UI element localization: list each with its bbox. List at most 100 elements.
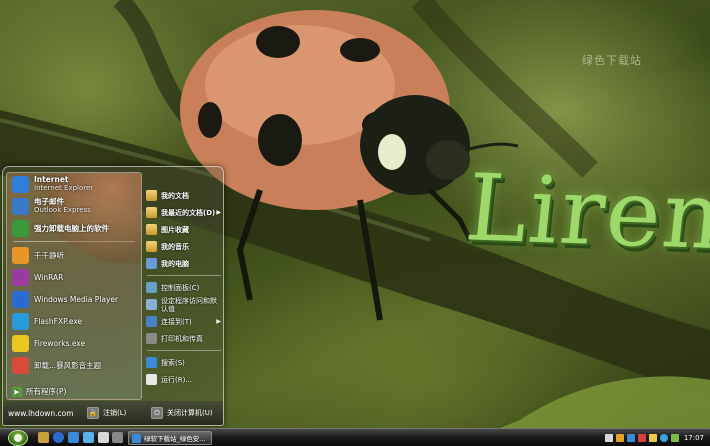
start-menu: Internet Internet Explorer 电子邮件 Outlook Exp… <box>2 166 224 426</box>
start-menu-item-label: 电子邮件 <box>34 197 64 206</box>
taskbar-window-label: 绿软下载站_绿色安... <box>144 435 206 443</box>
quicklaunch-show-desktop-icon[interactable] <box>38 432 49 443</box>
tray-network-icon[interactable] <box>626 434 635 442</box>
logoff-label: 注销(L) <box>103 409 127 417</box>
run-icon <box>146 374 157 385</box>
quicklaunch-ie-icon[interactable] <box>53 432 64 443</box>
start-menu-right-item[interactable]: 我的文档 <box>145 187 223 204</box>
program-defaults-icon <box>146 299 157 310</box>
tray-keyboard-icon[interactable] <box>604 434 613 442</box>
internet-explorer-icon <box>12 175 29 193</box>
taskbar-clock[interactable]: 17:07 <box>684 434 704 442</box>
start-menu-item[interactable]: WinRAR <box>7 266 141 288</box>
windows-orb-icon <box>14 434 22 442</box>
browser-window-icon <box>132 433 141 443</box>
start-menu-item-text: 电子邮件 Outlook Express <box>34 197 91 215</box>
start-menu-item-text: Internet Internet Explorer <box>34 175 93 193</box>
start-menu-right-item[interactable]: 连接到(T) ▶ <box>145 313 223 330</box>
tray-volume-icon[interactable] <box>648 434 657 442</box>
tray-qq-icon[interactable] <box>659 434 668 442</box>
winrar-icon <box>12 268 29 286</box>
arrow-right-icon: ▶ <box>12 386 22 397</box>
start-menu-item[interactable]: Windows Media Player <box>7 288 141 310</box>
recent-programs-list: 千千静听 WinRAR Windows Media Player FlashFXP.e… <box>7 244 141 376</box>
my-music-icon <box>146 241 157 252</box>
lock-icon: 🔒 <box>87 407 99 419</box>
printer-icon <box>146 333 157 344</box>
start-menu-item[interactable]: 电子邮件 Outlook Express <box>7 195 141 217</box>
start-menu-right-item[interactable]: 我最近的文档(D) ▶ <box>145 204 223 221</box>
start-menu-item-label: WinRAR <box>34 272 64 282</box>
start-menu-item[interactable]: 千千静听 <box>7 244 141 266</box>
tray-antivirus-icon[interactable] <box>637 434 646 442</box>
system-tray: 17:07 <box>594 431 708 445</box>
start-menu-item-label: Internet <box>34 175 69 184</box>
start-menu-right-label: 设定程序访问和默认值 <box>161 296 217 313</box>
start-menu-item-sublabel: Outlook Express <box>34 206 91 214</box>
uninstall-theme-icon <box>12 356 29 374</box>
start-menu-right-label: 我的文档 <box>161 191 189 200</box>
menu-separator <box>147 350 221 351</box>
start-menu-right-label: 搜索(S) <box>161 358 185 367</box>
start-menu-right-label: 打印机和传真 <box>161 334 203 343</box>
start-menu-item[interactable]: Internet Internet Explorer <box>7 173 141 195</box>
quicklaunch-explorer-icon[interactable] <box>83 432 94 443</box>
start-menu-right-item[interactable]: 我的电脑 <box>145 255 223 272</box>
my-pictures-icon <box>146 224 157 235</box>
start-menu-item[interactable]: FlashFXP.exe <box>7 310 141 332</box>
quicklaunch-app-icon[interactable] <box>98 432 109 443</box>
search-icon <box>146 357 157 368</box>
tray-shield-icon[interactable] <box>615 434 624 442</box>
start-menu-item-label: Windows Media Player <box>34 294 119 304</box>
media-player-icon <box>12 290 29 308</box>
logoff-button[interactable]: 🔒 注销(L) <box>87 407 126 419</box>
start-menu-right-item[interactable]: 设定程序访问和默认值 <box>145 296 223 313</box>
submenu-arrow-icon: ▶ <box>216 209 221 216</box>
all-programs-button[interactable]: ▶ 所有程序(P) <box>12 386 66 397</box>
start-menu-item[interactable]: 卸载...暴风影音主题 <box>7 354 141 376</box>
wallpaper-watermark: 绿色下载站 <box>582 54 642 67</box>
pinned-programs-list: Internet Internet Explorer 电子邮件 Outlook Exp… <box>7 173 141 239</box>
start-menu-right-label: 运行(R)... <box>161 375 193 384</box>
start-menu-right-item[interactable]: 我的音乐 <box>145 238 223 255</box>
uninstall-icon <box>12 219 29 237</box>
submenu-arrow-icon: ▶ <box>216 318 221 325</box>
taskbar-window-button[interactable]: 绿软下载站_绿色安... <box>128 431 212 445</box>
start-menu-right-item[interactable]: 控制面板(C) <box>145 279 223 296</box>
start-menu-right-pane: 我的文档 我最近的文档(D) ▶ 图片收藏 我的音乐 我的电脑 控制面板(C) 设定程序访问和… <box>145 187 223 403</box>
all-programs-label: 所有程序(P) <box>26 387 67 396</box>
start-menu-item-text: Fireworks.exe <box>34 339 85 348</box>
start-menu-item-label: 强力卸载电脑上的软件 <box>34 223 109 233</box>
footer-site-text: www.lhdown.com <box>8 408 74 418</box>
start-menu-item-label: FlashFXP.exe <box>34 316 83 326</box>
start-menu-right-label: 我最近的文档(D) <box>161 208 216 217</box>
start-menu-right-item[interactable]: 图片收藏 <box>145 221 223 238</box>
my-computer-icon <box>146 258 157 269</box>
recent-documents-icon <box>146 207 157 218</box>
start-menu-item-text: Windows Media Player <box>34 295 118 304</box>
start-menu-right-item[interactable]: 打印机和传真 <box>145 330 223 347</box>
start-menu-item[interactable]: Fireworks.exe <box>7 332 141 354</box>
my-documents-icon <box>146 190 157 201</box>
start-menu-item-label: 卸载...暴风影音主题 <box>34 360 102 370</box>
start-menu-item[interactable]: 强力卸载电脑上的软件 <box>7 217 141 239</box>
start-menu-item-label: 千千静听 <box>34 250 64 260</box>
tray-update-icon[interactable] <box>670 434 679 442</box>
start-button[interactable] <box>8 430 28 446</box>
start-menu-right-item[interactable]: 运行(R)... <box>145 371 223 388</box>
start-menu-right-item[interactable]: 搜索(S) <box>145 354 223 371</box>
flashfxp-icon <box>12 312 29 330</box>
shutdown-label: 关闭计算机(U) <box>167 409 213 417</box>
start-menu-item-text: WinRAR <box>34 273 63 282</box>
menu-separator <box>147 275 221 276</box>
shutdown-button[interactable]: ⏻ 关闭计算机(U) <box>151 407 213 419</box>
quicklaunch-more-icon[interactable] <box>112 432 123 443</box>
quicklaunch-media-icon[interactable] <box>68 432 79 443</box>
connect-to-icon <box>146 316 157 327</box>
start-menu-right-label: 连接到(T) <box>161 317 192 326</box>
start-menu-left-pane: Internet Internet Explorer 电子邮件 Outlook Exp… <box>6 172 142 400</box>
start-menu-item-text: 强力卸载电脑上的软件 <box>34 224 109 233</box>
start-menu-item-text: 千千静听 <box>34 251 64 260</box>
taskbar: 绿软下载站_绿色安... 17:07 <box>0 428 710 446</box>
start-menu-item-label: Fireworks.exe <box>34 338 86 348</box>
